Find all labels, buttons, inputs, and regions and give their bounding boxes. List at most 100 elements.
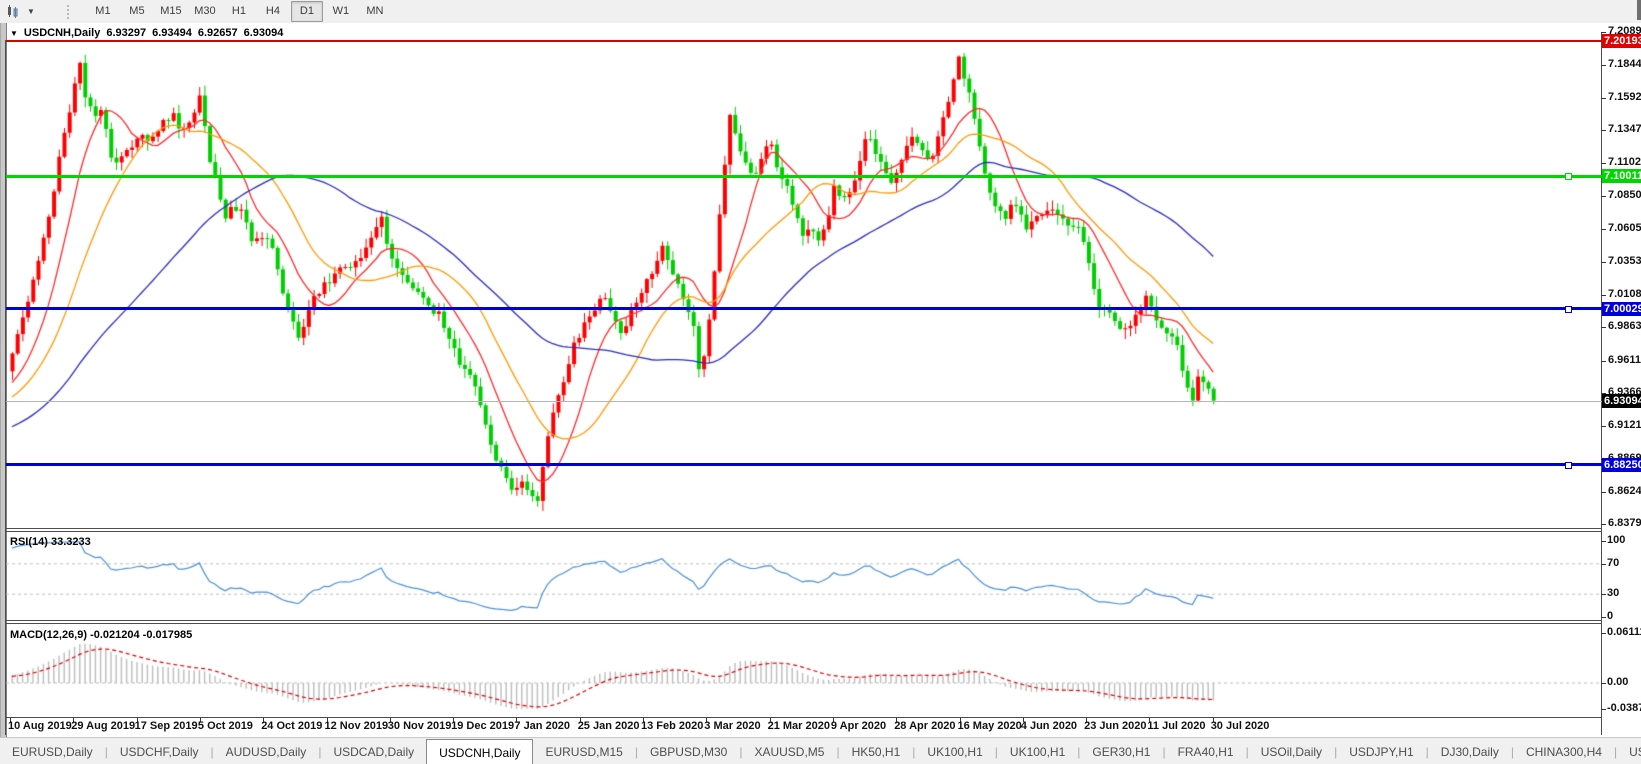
- date-axis-label: 30 Nov 2019: [388, 720, 452, 732]
- timeframe-button-h1[interactable]: H1: [223, 1, 255, 22]
- chart-tab-china300-h4[interactable]: CHINA300,H4: [1514, 738, 1614, 764]
- price-axis-tick: [1601, 361, 1606, 362]
- chart-tab-xauusd-m5[interactable]: XAUUSD,M5: [742, 738, 836, 764]
- current-price-line: [6, 401, 1602, 402]
- horizontal-level-line[interactable]: [6, 307, 1602, 310]
- timeframe-button-d1[interactable]: D1: [291, 1, 323, 22]
- price-axis-tick: [1601, 196, 1606, 197]
- price-level-badge: 6.88250: [1602, 458, 1641, 472]
- chart-tab-hk50-h1[interactable]: HK50,H1: [840, 738, 913, 764]
- price-axis-tick: [1601, 32, 1606, 33]
- rsi-axis-tick: [1601, 594, 1606, 595]
- timeframe-button-m1[interactable]: M1: [87, 1, 119, 22]
- timeframe-button-mn[interactable]: MN: [359, 1, 391, 22]
- price-level-badge: 7.10011: [1602, 169, 1641, 183]
- chart-tab-usoil-h[interactable]: USOil,H: [1617, 738, 1641, 764]
- toolbar-grip-handle[interactable]: [67, 5, 72, 19]
- chart-title-bar: ▼ USDCNH,Daily 6.93297 6.93494 6.92657 6…: [10, 26, 289, 40]
- rsi-indicator-canvas[interactable]: [6, 531, 1602, 620]
- chart-tab-usdcad-daily[interactable]: USDCAD,Daily: [321, 738, 426, 764]
- date-axis-label: 3 Mar 2020: [704, 720, 760, 732]
- price-axis-tick: [1601, 426, 1606, 427]
- chart-menu-icon[interactable]: ▼: [10, 29, 18, 38]
- trading-terminal: ▼ M1M5M15M30H1H4D1W1MN ▼ USDCNH,Daily 6.…: [0, 0, 1641, 764]
- price-chart-canvas[interactable]: [6, 41, 1602, 528]
- main-pane-bottom-border: [5, 528, 1602, 529]
- price-axis-label: 7.18440: [1608, 58, 1641, 70]
- ohlc-high: 6.93494: [152, 27, 192, 39]
- date-axis-label: 30 Jul 2020: [1211, 720, 1270, 732]
- chart-tab-fra40-h1[interactable]: FRA40,H1: [1166, 738, 1246, 764]
- chart-tab-usdchf-daily[interactable]: USDCHF,Daily: [108, 738, 211, 764]
- date-axis-label: 11 Jul 2020: [1147, 720, 1205, 732]
- price-level-badge: 7.20193: [1602, 34, 1641, 48]
- horizontal-level-line[interactable]: [6, 463, 1602, 466]
- chart-tab-usdjpy-h1[interactable]: USDJPY,H1: [1337, 738, 1425, 764]
- date-axis-label: 24 Oct 2019: [261, 720, 322, 732]
- timeframe-button-h4[interactable]: H4: [257, 1, 289, 22]
- date-axis-label: 4 Jun 2020: [1021, 720, 1077, 732]
- price-axis-label: 7.06050: [1608, 222, 1641, 234]
- macd-axis-label: -0.038777: [1607, 702, 1641, 714]
- rsi-pane-bottom-border: [5, 620, 1602, 621]
- date-axis-label: 21 Mar 2020: [768, 720, 830, 732]
- chart-tab-dj30-daily[interactable]: DJ30,Daily: [1429, 738, 1511, 764]
- date-axis-label: 5 Oct 2019: [198, 720, 253, 732]
- timeframe-toolbar: ▼ M1M5M15M30H1H4D1W1MN: [0, 0, 1641, 24]
- timeframe-button-m5[interactable]: M5: [121, 1, 153, 22]
- price-axis-label: 7.15920: [1608, 91, 1641, 103]
- ohlc-open: 6.93297: [106, 27, 146, 39]
- date-axis-label: 23 Jun 2020: [1084, 720, 1146, 732]
- date-axis-label: 10 Aug 2019: [8, 720, 72, 732]
- line-drag-marker[interactable]: [1565, 306, 1572, 313]
- price-axis-tick: [1601, 327, 1606, 328]
- line-drag-marker[interactable]: [1565, 173, 1572, 180]
- rsi-axis-label: 0: [1607, 610, 1613, 622]
- chevron-down-icon[interactable]: ▼: [27, 7, 35, 16]
- price-axis-label: 6.98630: [1608, 320, 1641, 332]
- macd-axis-tick: [1601, 633, 1606, 634]
- price-axis-label: 7.08500: [1608, 189, 1641, 201]
- chart-window: ▼ USDCNH,Daily 6.93297 6.93494 6.92657 6…: [0, 23, 1641, 737]
- date-axis-label: 7 Jan 2020: [514, 720, 570, 732]
- line-drag-marker[interactable]: [1565, 462, 1572, 469]
- chart-tab-usdcnh-daily[interactable]: USDCNH,Daily: [426, 739, 533, 764]
- date-axis-label: 28 Apr 2020: [894, 720, 955, 732]
- price-axis-tick: [1601, 163, 1606, 164]
- chart-tab-usoil-daily[interactable]: USOil,Daily: [1249, 738, 1334, 764]
- price-axis-label: 6.86240: [1608, 485, 1641, 497]
- chart-tab-gbpusd-m30[interactable]: GBPUSD,M30: [638, 738, 739, 764]
- rsi-axis-tick: [1601, 541, 1606, 542]
- horizontal-level-line[interactable]: [6, 40, 1602, 42]
- macd-label: MACD(12,26,9) -0.021204 -0.017985: [10, 629, 192, 641]
- timeframe-button-w1[interactable]: W1: [325, 1, 357, 22]
- price-axis-label: 6.96110: [1608, 354, 1641, 366]
- macd-axis-label: 0.00: [1607, 676, 1628, 688]
- ohlc-close: 6.93094: [244, 27, 284, 39]
- price-axis-label: 7.13470: [1608, 123, 1641, 135]
- chart-tool-button[interactable]: ▼: [0, 0, 41, 23]
- chart-tab-ger30-h1[interactable]: GER30,H1: [1080, 738, 1162, 764]
- date-axis-label: 16 May 2020: [958, 720, 1022, 732]
- date-axis-label: 17 Sep 2019: [135, 720, 198, 732]
- price-axis-label: 7.11020: [1608, 156, 1641, 168]
- chart-symbol-period: USDCNH,Daily: [24, 27, 100, 39]
- price-axis-label: 6.83790: [1608, 517, 1641, 529]
- chart-tab-eurusd-daily[interactable]: EURUSD,Daily: [0, 738, 105, 764]
- timeframe-button-m15[interactable]: M15: [155, 1, 187, 22]
- date-axis-label: 25 Jan 2020: [578, 720, 640, 732]
- chart-tab-bar: EURUSD,Daily|USDCHF,Daily|AUDUSD,Daily|U…: [0, 737, 1641, 764]
- macd-indicator-canvas[interactable]: [6, 623, 1602, 717]
- horizontal-level-line[interactable]: [6, 175, 1602, 178]
- rsi-axis-tick: [1601, 564, 1606, 565]
- price-axis-label: 6.91210: [1608, 419, 1641, 431]
- price-axis-tick: [1601, 492, 1606, 493]
- price-axis-tick: [1601, 229, 1606, 230]
- rsi-label: RSI(14) 33.3233: [10, 536, 91, 548]
- chart-tab-audusd-daily[interactable]: AUDUSD,Daily: [214, 738, 319, 764]
- timeframe-button-m30[interactable]: M30: [189, 1, 221, 22]
- chart-tab-eurusd-m15[interactable]: EURUSD,M15: [533, 738, 634, 764]
- chart-tab-uk100-h1[interactable]: UK100,H1: [915, 738, 994, 764]
- rsi-axis-label: 100: [1607, 534, 1625, 546]
- chart-tab-uk100-h1[interactable]: UK100,H1: [998, 738, 1077, 764]
